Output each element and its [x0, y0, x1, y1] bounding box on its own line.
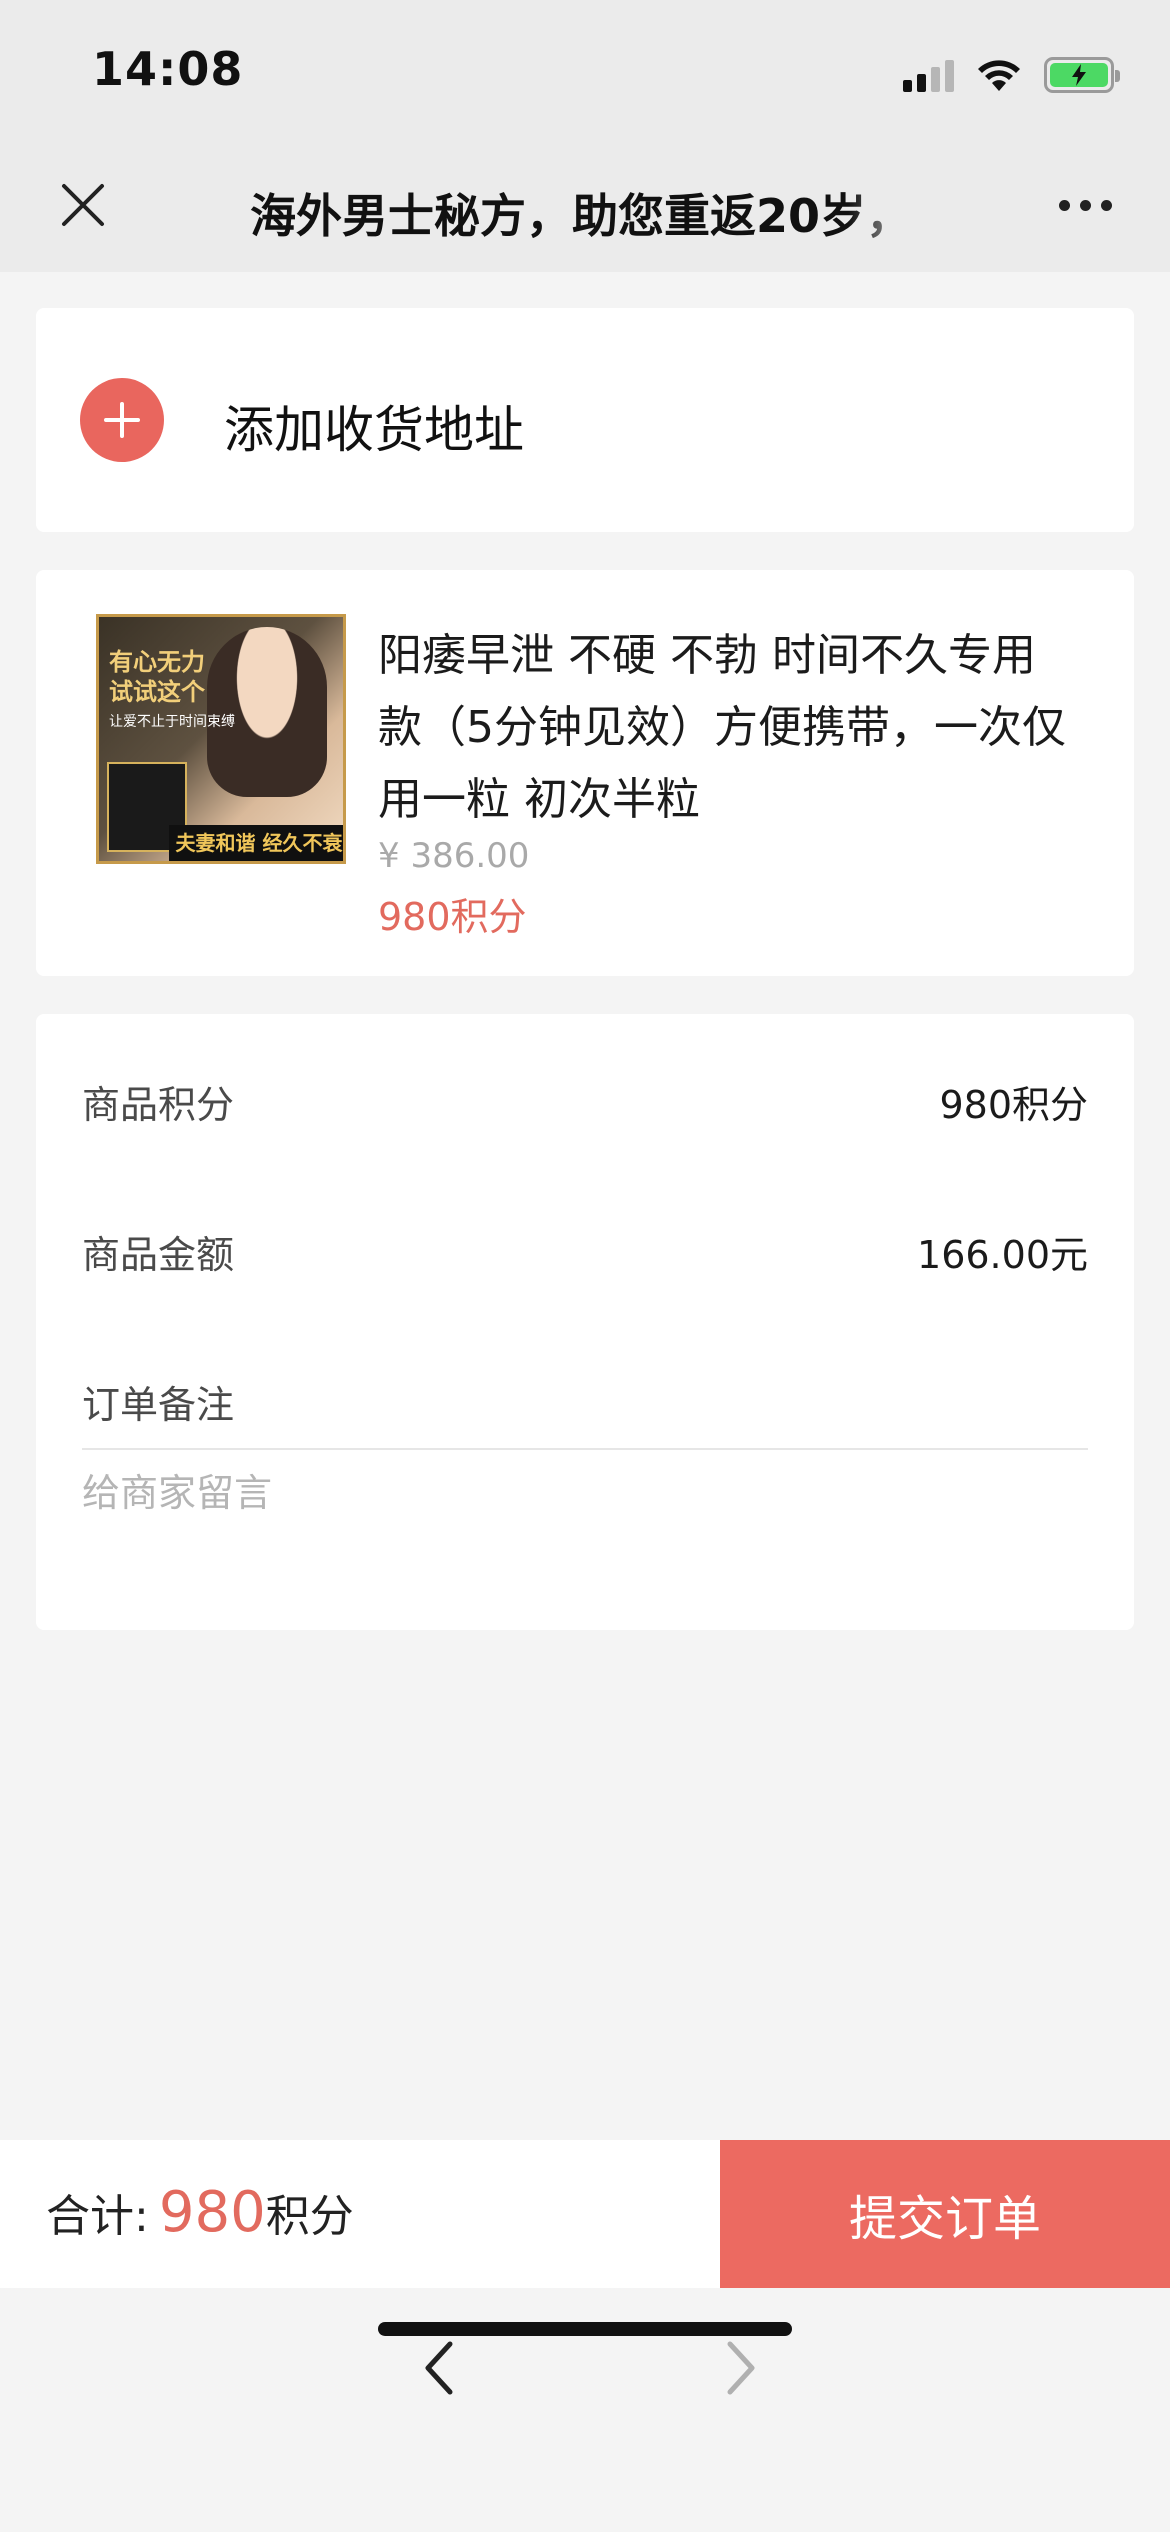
chevron-left-icon[interactable]: [410, 2328, 470, 2408]
points-label: 商品积分: [82, 1083, 235, 1127]
total-label: 合计:: [46, 2191, 149, 2242]
chevron-right-icon[interactable]: [710, 2328, 770, 2408]
top-bar: 14:08 海外男士秘方，助您重返20岁，: [0, 0, 1170, 272]
amount-label: 商品金额: [82, 1233, 235, 1277]
wifi-icon: [978, 60, 1020, 91]
product-card: 有心无力 试试这个 让爱不止于时间束缚 夫妻和谐 经久不衰 阳痿早泄 不硬 不勃 …: [36, 570, 1134, 976]
product-price: ¥ 386.00: [378, 836, 530, 876]
cellular-signal-icon: [903, 58, 954, 92]
total-unit: 积分: [265, 2191, 354, 2242]
total: 合计: 980 积分: [46, 2180, 354, 2245]
submit-order-button[interactable]: 提交订单: [720, 2140, 1170, 2288]
remark-row: 订单备注: [82, 1374, 1088, 1429]
points-row: 商品积分 980积分: [82, 1074, 1088, 1129]
product-image: 有心无力 试试这个 让爱不止于时间束缚 夫妻和谐 经久不衰: [96, 614, 346, 864]
plus-icon: [80, 378, 164, 462]
amount-row: 商品金额 166.00元: [82, 1224, 1088, 1279]
add-address-card[interactable]: 添加收货地址: [36, 308, 1134, 532]
status-time: 14:08: [92, 42, 244, 96]
points-value: 980积分: [939, 1083, 1088, 1127]
add-address-label: 添加收货地址: [224, 401, 524, 459]
total-value: 980: [158, 2180, 266, 2245]
remark-input[interactable]: [82, 1458, 982, 1528]
divider: [82, 1448, 1088, 1450]
product-title: 阳痿早泄 不硬 不勃 时间不久专用款（5分钟见效）方便携带，一次仅用一粒 初次半…: [378, 630, 1066, 825]
close-icon[interactable]: [58, 180, 108, 230]
checkout-bar: 合计: 980 积分 提交订单: [0, 2140, 1170, 2288]
remark-label: 订单备注: [82, 1383, 235, 1427]
home-indicator[interactable]: [378, 2322, 792, 2336]
status-icons: [903, 50, 1120, 100]
order-summary-card: 商品积分 980积分 商品金额 166.00元 订单备注: [36, 1014, 1134, 1630]
amount-value: 166.00元: [917, 1233, 1088, 1277]
battery-icon: [1044, 57, 1120, 93]
more-icon[interactable]: [1059, 200, 1112, 211]
product-points: 980积分: [378, 895, 527, 939]
page-title: 海外男士秘方，助您重返20岁，: [250, 189, 913, 243]
navbar: 海外男士秘方，助您重返20岁，: [0, 150, 1170, 272]
